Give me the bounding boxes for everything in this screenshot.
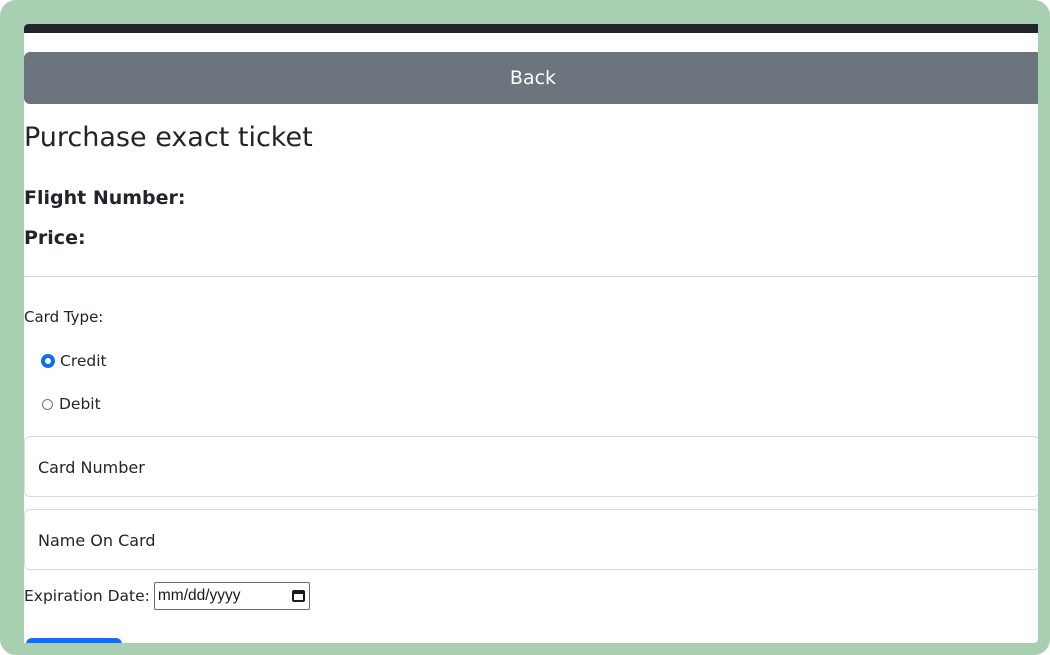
expiration-date-placeholder: mm/dd/yyyy [157,587,241,604]
debit-radio-button[interactable] [42,398,53,410]
name-on-card-placeholder: Name On Card [38,531,156,550]
expiration-date-label: Expiration Date: [24,587,150,605]
expiration-date-row: Expiration Date: mm/dd/yyyy [24,582,310,610]
price-label: Price: [24,227,86,249]
card-number-placeholder: Card Number [38,458,145,477]
credit-radio-label: Credit [60,352,107,370]
flight-number-label: Flight Number: [24,187,186,209]
submit-button[interactable] [26,638,122,643]
calendar-icon[interactable] [291,590,305,602]
divider [24,276,1038,277]
name-on-card-input[interactable]: Name On Card [24,509,1038,570]
page-title: Purchase exact ticket [24,122,313,153]
card-type-label: Card Type: [24,308,104,326]
card-number-input[interactable]: Card Number [24,436,1038,497]
credit-radio-option[interactable]: Credit [42,352,107,370]
page-content: Back Purchase exact ticket Flight Number… [24,24,1038,643]
top-navbar [24,24,1038,33]
credit-radio-button[interactable] [42,355,54,367]
debit-radio-label: Debit [59,395,101,413]
window-frame: Back Purchase exact ticket Flight Number… [0,0,1050,655]
debit-radio-option[interactable]: Debit [42,395,101,413]
expiration-date-input[interactable]: mm/dd/yyyy [153,582,310,610]
back-button[interactable]: Back [24,52,1038,104]
